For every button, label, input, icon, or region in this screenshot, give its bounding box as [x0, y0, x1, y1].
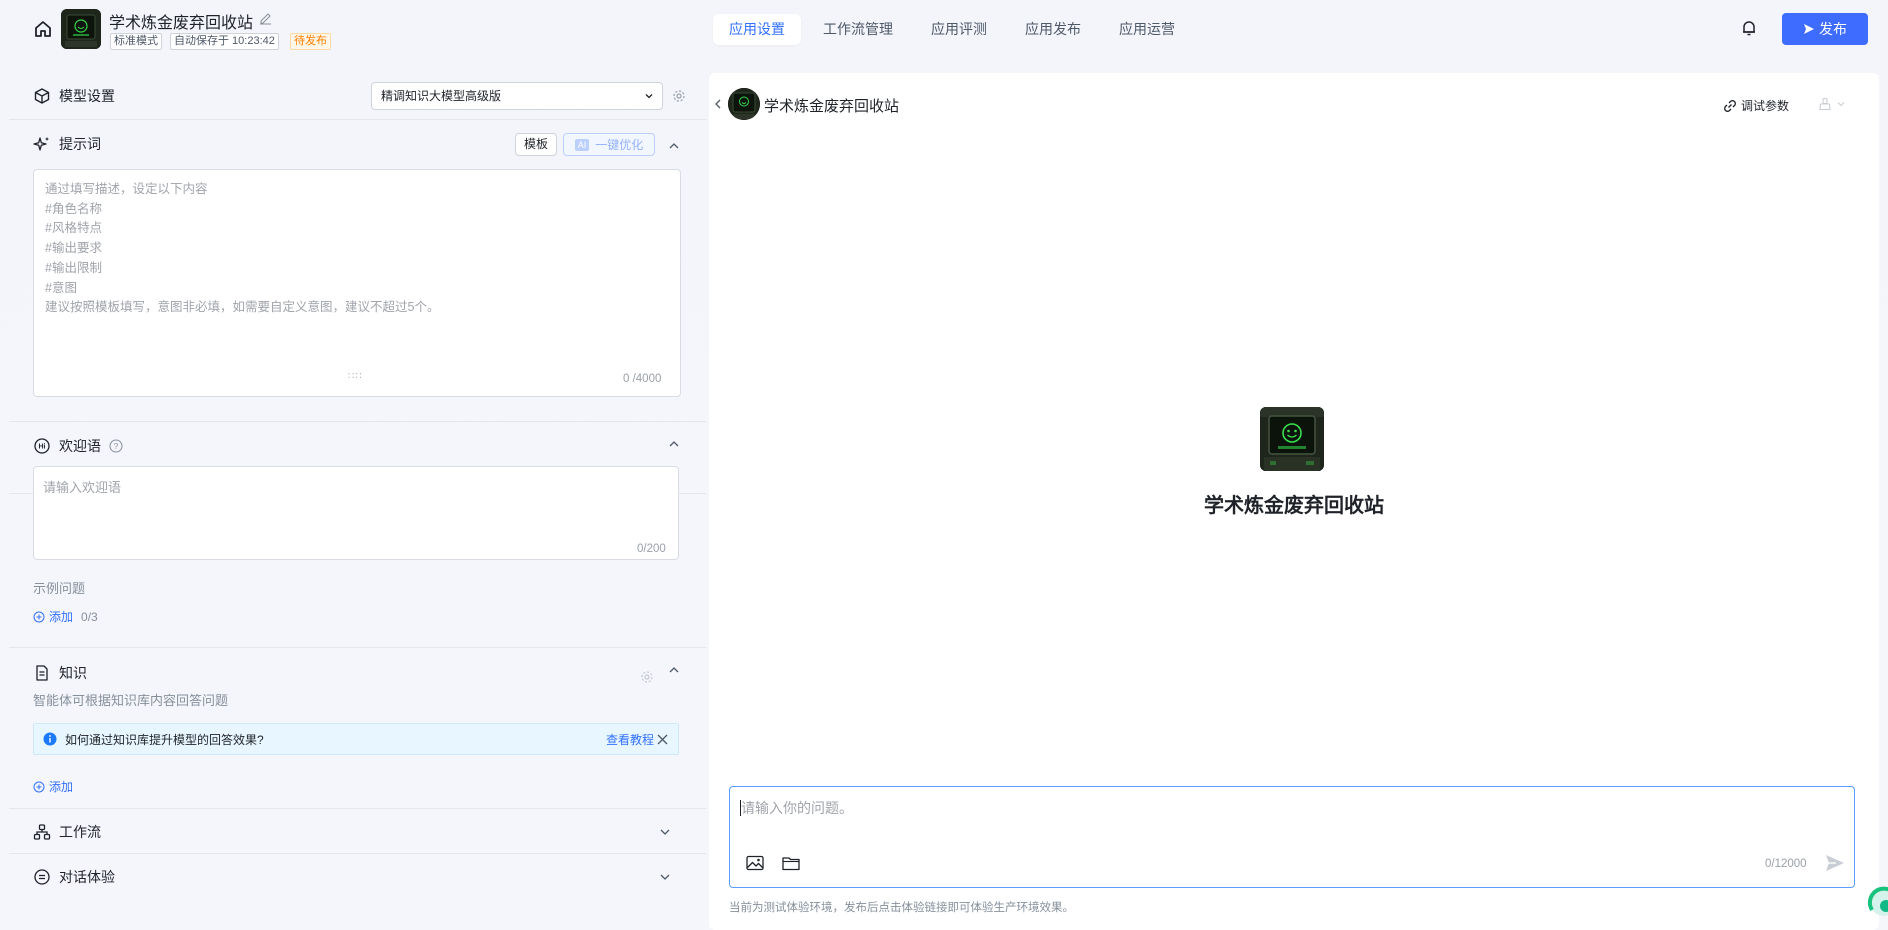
publish-button[interactable]: 发布	[1782, 13, 1868, 45]
welcome-collapse-chevron-up-icon[interactable]	[667, 437, 681, 451]
add-example-question-button[interactable]: 添加 0/3	[33, 608, 98, 625]
add-knowledge-button[interactable]: 添加	[33, 778, 73, 795]
svg-text:?: ?	[114, 442, 119, 451]
home-icon[interactable]	[33, 19, 53, 39]
chevron-left-icon[interactable]	[712, 98, 724, 110]
mode-tag: 标准模式	[110, 33, 162, 50]
plus-circle-icon	[33, 611, 45, 622]
hi-icon: Hi	[34, 438, 50, 454]
agent-name: 学术炼金废弃回收站	[1204, 495, 1384, 517]
welcome-title: 欢迎语	[59, 438, 101, 454]
workflow-icon	[33, 824, 51, 840]
app-title: 学术炼金废弃回收站	[109, 15, 254, 32]
clear-history-button[interactable]	[1818, 96, 1852, 112]
plus-circle-icon	[33, 781, 45, 792]
dialog-experience-title: 对话体验	[59, 869, 115, 885]
bell-icon[interactable]	[1740, 19, 1758, 37]
add-example-label: 添加	[49, 610, 74, 624]
preview-avatar	[728, 88, 760, 120]
chevron-down-icon	[645, 94, 653, 99]
model-settings-header: 模型设置	[33, 86, 115, 106]
knowledge-title: 知识	[59, 665, 87, 681]
edit-icon[interactable]	[258, 11, 273, 26]
dialog-experience-section[interactable]: 对话体验	[9, 854, 706, 899]
knowledge-info-bar: 如何通过知识库提升模型的回答效果? 查看教程	[33, 723, 679, 755]
debug-params-button[interactable]: 调试参数	[1723, 97, 1789, 114]
example-questions-label: 示例问题	[33, 581, 86, 596]
example-count: 0/3	[81, 609, 98, 624]
agent-avatar	[1260, 407, 1324, 471]
template-button[interactable]: 模板	[515, 133, 558, 156]
chat-input-counter: 0/12000	[1765, 858, 1807, 870]
autosave-tag: 自动保存于 10:23:42	[170, 33, 279, 50]
knowledge-description: 智能体可根据知识库内容回答问题	[33, 693, 229, 708]
workflow-header: 工作流	[33, 822, 101, 842]
welcome-textarea[interactable]: 请输入欢迎语	[33, 466, 679, 560]
debug-params-label: 调试参数	[1741, 99, 1790, 113]
workflow-expand-chevron-down-icon[interactable]	[658, 825, 672, 839]
status-badge: 待发布	[290, 33, 331, 50]
environment-note: 当前为测试体验环境，发布后点击体验链接即可体验生产环境效果。	[729, 902, 1074, 914]
workflow-section[interactable]: 工作流	[9, 809, 706, 854]
preview-panel: 学术炼金废弃回收站 调试参数 学术炼金废弃回收站 请输入你的问题。 0/1200…	[709, 73, 1879, 930]
knowledge-collapse-chevron-up-icon[interactable]	[667, 663, 681, 677]
optimize-label: 一键优化	[595, 138, 644, 152]
send-message-icon[interactable]	[1824, 852, 1846, 874]
chat-input-placeholder: 请输入你的问题。	[741, 800, 853, 816]
add-knowledge-label: 添加	[49, 780, 74, 794]
resize-handle-icon[interactable]: ∷∷	[348, 371, 363, 382]
top-bar: 学术炼金废弃回收站 标准模式 自动保存于 10:23:42 待发布 应用设置 工…	[0, 0, 1888, 58]
sparkle-icon	[33, 137, 49, 151]
knowledge-info-text: 如何通过知识库提升模型的回答效果?	[65, 732, 264, 747]
chat-bubble-icon	[34, 869, 50, 885]
view-tutorial-link[interactable]: 查看教程	[606, 731, 654, 748]
image-upload-icon[interactable]	[746, 855, 764, 871]
close-icon[interactable]	[656, 733, 669, 746]
dialog-expand-chevron-down-icon[interactable]	[658, 870, 672, 884]
cube-icon	[34, 88, 50, 104]
prompt-collapse-chevron-up-icon[interactable]	[667, 139, 681, 153]
info-icon	[43, 732, 57, 746]
chevron-down-icon	[1837, 102, 1845, 107]
model-settings-section: 模型设置 精调知识大模型高级版	[9, 73, 706, 120]
tab-app-settings[interactable]: 应用设置	[713, 14, 801, 45]
welcome-header: Hi 欢迎语 ?	[33, 436, 123, 456]
prompt-header: 提示词	[33, 134, 101, 154]
help-icon[interactable]: ?	[109, 439, 123, 453]
knowledge-gear-icon[interactable]	[640, 670, 654, 684]
config-panel: 模型设置 精调知识大模型高级版 提示词 模板 AI 一键优化 通过填写描述，设定…	[9, 73, 706, 930]
welcome-placeholder: 请输入欢迎语	[43, 480, 122, 495]
chat-input-box[interactable]: 请输入你的问题。 0/12000	[729, 786, 1855, 888]
tab-app-operations[interactable]: 应用运营	[1103, 14, 1191, 45]
model-settings-gear-icon[interactable]	[672, 89, 686, 103]
dialog-experience-header: 对话体验	[33, 867, 115, 887]
prompt-counter: 0 /4000	[623, 373, 662, 385]
preview-title: 学术炼金废弃回收站	[764, 98, 900, 115]
knowledge-header: 知识	[33, 663, 87, 683]
broom-icon	[1819, 97, 1831, 111]
model-select-value: 精调知识大模型高级版	[381, 89, 502, 103]
svg-text:Hi: Hi	[39, 444, 46, 451]
tab-workflow-management[interactable]: 工作流管理	[807, 14, 909, 45]
prompt-textarea[interactable]: 通过填写描述，设定以下内容 #角色名称 #风格特点 #输出要求 #输出限制 #意…	[33, 169, 681, 397]
folder-upload-icon[interactable]	[782, 855, 800, 871]
tab-app-evaluation[interactable]: 应用评测	[915, 14, 1003, 45]
app-avatar	[61, 9, 101, 49]
model-settings-title: 模型设置	[59, 88, 115, 104]
main-nav: 应用设置 工作流管理 应用评测 应用发布 应用运营	[713, 14, 1191, 45]
publish-label: 发布	[1819, 21, 1847, 37]
workflow-title: 工作流	[59, 824, 101, 840]
prompt-title: 提示词	[59, 136, 101, 152]
tab-app-publish[interactable]: 应用发布	[1009, 14, 1097, 45]
link-icon	[1724, 99, 1736, 112]
ai-badge: AI	[574, 138, 590, 151]
document-icon	[36, 665, 48, 681]
model-select[interactable]: 精调知识大模型高级版	[371, 82, 663, 110]
welcome-counter: 0/200	[637, 543, 666, 555]
send-icon	[1804, 24, 1814, 34]
assistant-float-icon[interactable]	[1864, 882, 1888, 918]
optimize-button[interactable]: AI 一键优化	[563, 133, 655, 156]
